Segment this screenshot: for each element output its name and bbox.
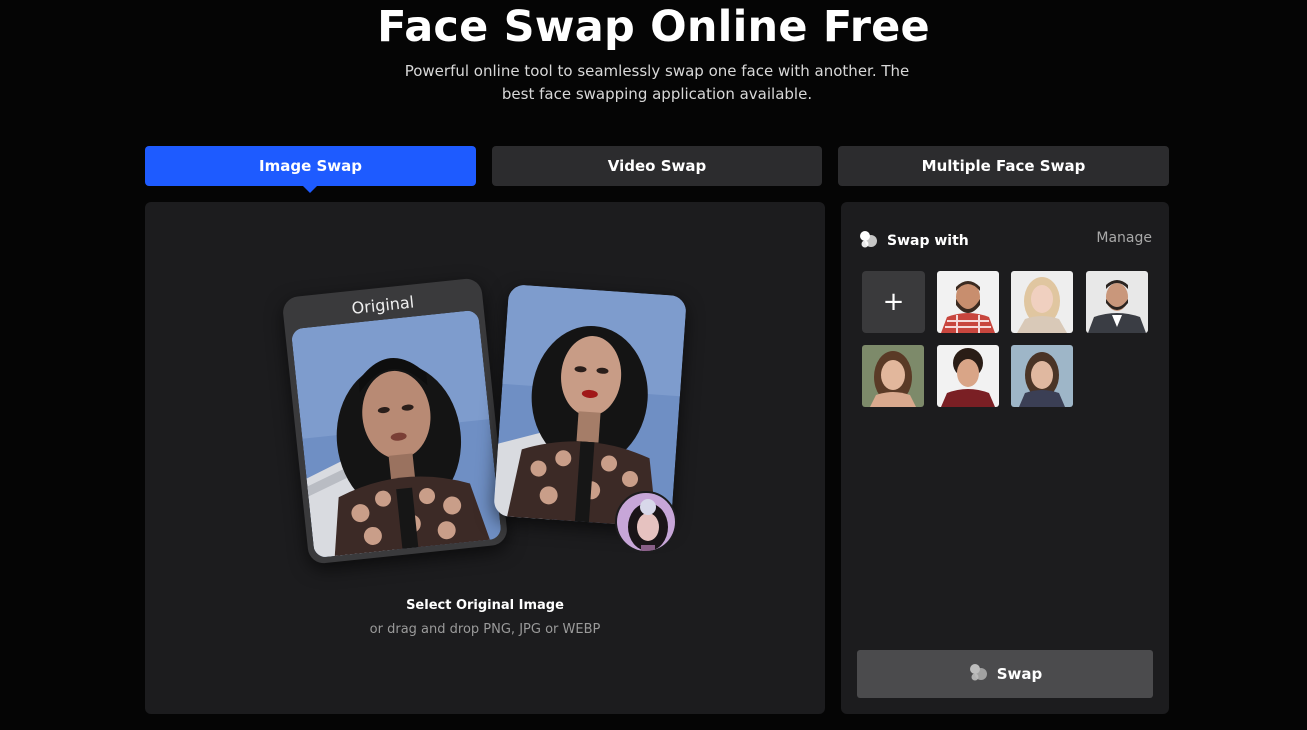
swap-face-avatar: [615, 491, 677, 553]
tab-multiple-face-swap[interactable]: Multiple Face Swap: [838, 146, 1169, 186]
swap-button[interactable]: Swap: [857, 650, 1153, 698]
swap-with-label: Swap with: [887, 233, 969, 249]
face-thumb-brunette-woman[interactable]: [862, 345, 924, 407]
face-swap-icon: [858, 229, 878, 253]
page-subtitle: Powerful online tool to seamlessly swap …: [404, 62, 910, 103]
add-face-button[interactable]: +: [862, 271, 925, 333]
face-thumb-man-in-suit[interactable]: [1086, 271, 1148, 333]
face-thumb-young-woman[interactable]: [1011, 345, 1073, 407]
face-thumb-curly-haired-man[interactable]: [937, 345, 999, 407]
page-title: Face Swap Online Free: [377, 2, 930, 52]
original-preview-card: Original: [281, 277, 509, 565]
swap-button-label: Swap: [996, 665, 1043, 683]
swapped-preview-card: [493, 284, 687, 528]
upload-title: Select Original Image: [406, 598, 564, 613]
upload-dropzone[interactable]: Original Select Original Image or drag a…: [145, 202, 825, 714]
face-swap-icon: [968, 662, 988, 686]
face-thumb-blonde-woman[interactable]: [1011, 271, 1073, 333]
tab-image-swap[interactable]: Image Swap: [145, 146, 476, 186]
tab-video-swap[interactable]: Video Swap: [492, 146, 822, 186]
swap-with-panel: Swap with Manage + Swap: [841, 202, 1169, 714]
active-tab-indicator: [302, 185, 318, 193]
original-portrait-image: [290, 309, 502, 559]
upload-format-hint: or drag and drop PNG, JPG or WEBP: [369, 622, 601, 637]
manage-faces-link[interactable]: Manage: [1096, 230, 1152, 246]
face-thumb-bearded-man[interactable]: [937, 271, 999, 333]
swap-with-header: Swap with: [858, 229, 969, 253]
